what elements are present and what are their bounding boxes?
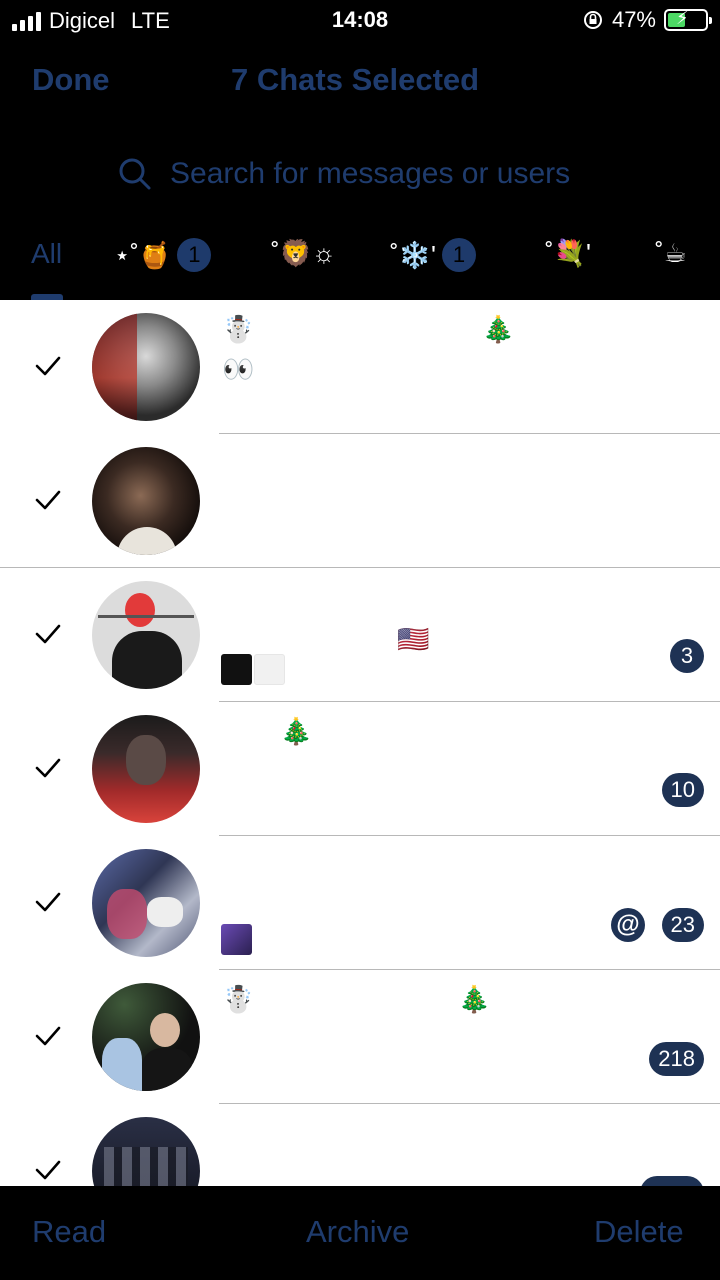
done-button[interactable]: Done [32, 62, 110, 98]
checkmark-icon[interactable] [34, 352, 62, 380]
status-right: 47% ⚡ [582, 7, 712, 33]
charging-bolt-icon: ⚡ [676, 8, 689, 28]
unread-badge: 218 [649, 1042, 704, 1076]
folder-tabs: All ⋆˚🍯 1 ˚🦁☼ ˚❄️' 1 ˚💐' ˚☕ [0, 228, 720, 300]
avatar[interactable] [92, 983, 200, 1091]
tab-flowers[interactable]: ˚💐' [545, 238, 591, 269]
chat-emoji: ☃️ [222, 314, 255, 344]
chat-row[interactable]: ☃️ 🎄 218 [0, 970, 720, 1104]
tab-coffee[interactable]: ˚☕ [655, 238, 687, 269]
bottom-toolbar: Read Archive Delete [0, 1186, 720, 1280]
unread-badge: 23 [661, 908, 704, 942]
chat-row[interactable] [0, 434, 720, 568]
chat-row[interactable] [0, 1104, 720, 1186]
checkmark-icon[interactable] [34, 620, 62, 648]
page-title: 7 Chats Selected [231, 62, 480, 97]
tab-label: All [31, 238, 63, 269]
avatar[interactable] [92, 715, 200, 823]
chat-emoji: ☃️ [222, 984, 255, 1014]
chat-row[interactable]: ☃️ 🎄 👀 [0, 300, 720, 434]
tab-honey[interactable]: ⋆˚🍯 1 [114, 238, 212, 272]
chat-row[interactable]: 🎄 10 [0, 702, 720, 836]
chat-list[interactable]: ☃️ 🎄 👀 🇺🇸 3 🎄 10 @ 23 ☃️ 🎄 218 [0, 300, 720, 1186]
chat-row[interactable]: 🇺🇸 3 [0, 568, 720, 702]
chat-emoji: 🎄 [482, 314, 515, 344]
tab-unread-badge: 1 [177, 238, 212, 272]
unread-badge [640, 1176, 704, 1186]
chat-emoji: 🎄 [280, 716, 313, 746]
tab-lion[interactable]: ˚🦁☼ [271, 238, 336, 269]
tab-unread-badge: 1 [442, 238, 476, 272]
search-bar[interactable]: Search for messages or users [118, 150, 698, 198]
checkmark-icon[interactable] [34, 1022, 62, 1050]
search-placeholder: Search for messages or users [170, 157, 571, 190]
media-thumbnail[interactable] [254, 654, 285, 685]
mention-badge: @ [611, 908, 645, 942]
chat-emoji: 👀 [222, 354, 255, 384]
tab-label: ˚💐' [545, 238, 591, 268]
checkmark-icon[interactable] [34, 1156, 62, 1184]
battery-percent: 47% [611, 7, 656, 32]
chat-row[interactable]: @ 23 [0, 836, 720, 970]
battery-icon: ⚡ [664, 8, 712, 31]
checkmark-icon[interactable] [34, 486, 62, 514]
status-bar: Digicel LTE 14:08 47% ⚡ [0, 0, 720, 40]
checkmark-icon[interactable] [34, 888, 62, 916]
navigation-bar: Done 7 Chats Selected [0, 50, 720, 112]
avatar[interactable] [92, 849, 200, 957]
tab-all[interactable]: All [31, 238, 62, 270]
flag-emoji: 🇺🇸 [397, 624, 430, 654]
tab-label: ˚🦁☼ [271, 238, 336, 268]
checkmark-icon[interactable] [34, 754, 62, 782]
avatar[interactable] [92, 1117, 200, 1186]
tab-label: ˚☕ [655, 238, 687, 268]
tab-snowflake[interactable]: ˚❄️' 1 [390, 238, 476, 272]
archive-button[interactable]: Archive [306, 1214, 409, 1250]
unread-badge: 10 [661, 773, 704, 807]
avatar[interactable] [92, 447, 200, 555]
tab-label: ˚❄️' [390, 239, 436, 270]
rotation-lock-icon [583, 11, 602, 29]
unread-badge: 3 [670, 639, 704, 673]
avatar[interactable] [92, 581, 200, 689]
chat-emoji: 🎄 [458, 984, 491, 1014]
delete-button[interactable]: Delete [594, 1214, 684, 1250]
read-button[interactable]: Read [32, 1214, 106, 1250]
avatar[interactable] [92, 313, 200, 421]
tab-label: ⋆˚🍯 [114, 239, 172, 270]
media-thumbnail[interactable] [221, 924, 252, 955]
media-thumbnail[interactable] [221, 654, 252, 685]
search-icon [119, 158, 151, 190]
